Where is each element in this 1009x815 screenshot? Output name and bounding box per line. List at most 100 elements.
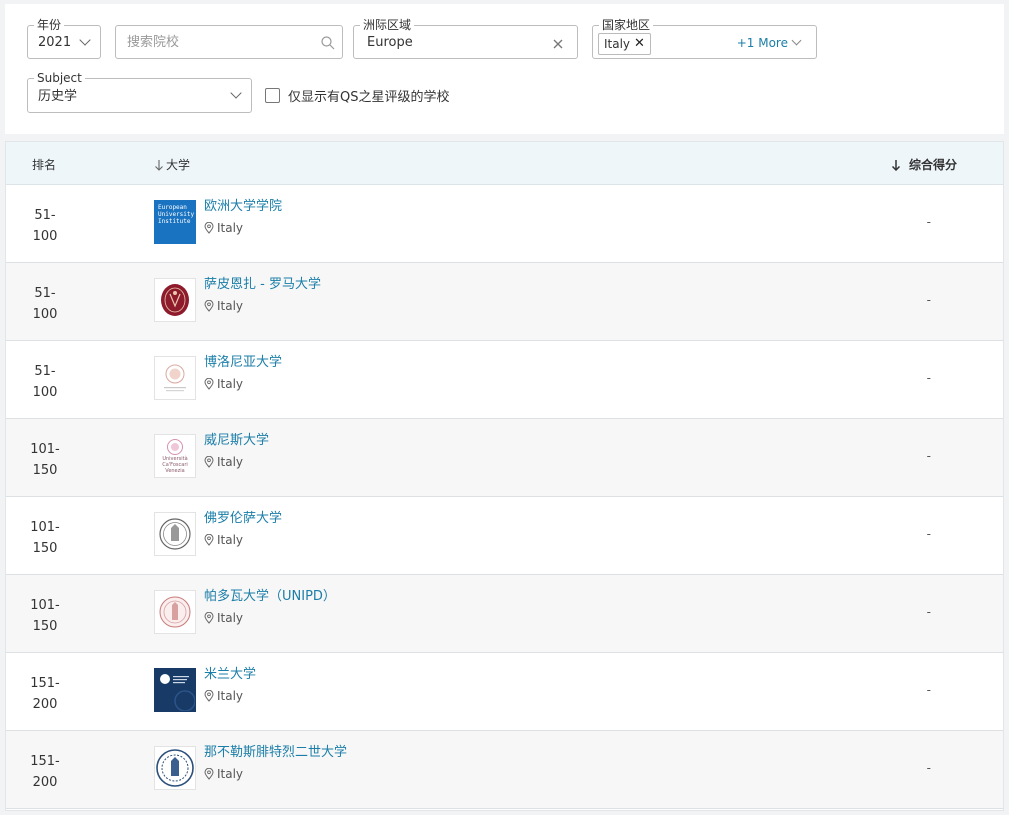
rank-value: 51- 100 — [32, 208, 58, 244]
university-name-link[interactable]: 欧洲大学学院 — [204, 198, 282, 215]
milan-logo — [154, 668, 196, 712]
overall-score: - — [926, 605, 931, 619]
country-info: Italy — [204, 610, 243, 626]
subject-select[interactable]: Subject 历史学 — [27, 70, 252, 113]
naples-seal — [154, 746, 196, 790]
university-name-link[interactable]: 博洛尼亚大学 — [204, 354, 282, 371]
clear-icon[interactable] — [553, 39, 563, 49]
university-column-header[interactable]: 大学 — [154, 156, 190, 173]
country-info: Italy — [204, 532, 243, 548]
university-name-link[interactable]: 那不勒斯腓特烈二世大学 — [204, 744, 347, 761]
chevron-down-icon — [230, 87, 242, 99]
rank-value: 51- 100 — [32, 286, 58, 322]
location-pin-icon — [204, 690, 214, 702]
table-row[interactable]: 51- 100 European University Institute 欧洲… — [6, 185, 1003, 263]
florence-seal — [154, 512, 196, 556]
country-name: Italy — [217, 299, 244, 313]
remove-tag-icon[interactable]: ✕ — [634, 34, 645, 54]
ca-foscari-logo: Università Ca'Foscari Venezia — [154, 434, 196, 478]
country-info: Italy — [204, 766, 243, 782]
rank-value: 101- 150 — [30, 598, 60, 634]
location-pin-icon — [204, 612, 214, 624]
country-name: Italy — [217, 689, 244, 703]
country-name: Italy — [217, 221, 244, 235]
score-column-header[interactable]: 综合得分 — [891, 156, 957, 173]
country-info: Italy — [204, 454, 243, 470]
location-pin-icon — [204, 456, 214, 468]
table-row[interactable]: 51- 100 萨皮恩扎 - 罗马大学 Italy - — [6, 263, 1003, 341]
rank-value: 51- 100 — [32, 364, 58, 400]
table-row[interactable]: 151- 200 米兰大学 Italy - — [6, 653, 1003, 731]
country-info: Italy — [204, 220, 243, 236]
subject-value: 历史学 — [38, 89, 78, 104]
region-label: 洲际区域 — [360, 17, 415, 33]
overall-score: - — [926, 527, 931, 541]
chevron-down-icon — [79, 34, 91, 46]
country-name: Italy — [217, 611, 244, 625]
eui-logo: European University Institute — [154, 200, 196, 244]
overall-score: - — [926, 215, 931, 229]
location-pin-icon — [204, 222, 214, 234]
table-row[interactable]: 101- 150 Università Ca'Foscari Venezia 威… — [6, 419, 1003, 497]
country-name: Italy — [217, 377, 244, 391]
overall-score: - — [926, 293, 931, 307]
university-header-label: 大学 — [166, 158, 191, 172]
rank-value: 101- 150 — [30, 520, 60, 556]
country-name: Italy — [217, 533, 244, 547]
year-select[interactable]: 年份 2021 — [27, 17, 101, 59]
rankings-table: 排名 大学 综合得分 51- 100 European University I… — [5, 141, 1004, 811]
subject-label: Subject — [34, 70, 85, 86]
rank-value: 101- 150 — [30, 442, 60, 478]
bologna-seal — [154, 356, 196, 400]
university-name-link[interactable]: 米兰大学 — [204, 666, 256, 683]
rank-value: 151- 200 — [30, 754, 60, 790]
table-row[interactable]: 101- 150 帕多瓦大学（UNIPD） Italy - — [6, 575, 1003, 653]
overall-score: - — [926, 683, 931, 697]
padova-seal — [154, 590, 196, 634]
university-name-link[interactable]: 威尼斯大学 — [204, 432, 269, 449]
table-row[interactable]: 101- 150 佛罗伦萨大学 Italy - — [6, 497, 1003, 575]
country-name: Italy — [217, 455, 244, 469]
year-value: 2021 — [38, 35, 72, 50]
country-info: Italy — [204, 298, 243, 314]
country-tag[interactable]: Italy ✕ — [598, 33, 651, 55]
sort-arrow-icon — [891, 159, 901, 171]
more-countries-link[interactable]: +1 More — [737, 35, 788, 51]
location-pin-icon — [204, 378, 214, 390]
search-icon — [321, 36, 335, 50]
search-input[interactable]: 搜索院校 — [115, 25, 343, 59]
table-row[interactable]: 151- 200 那不勒斯腓特烈二世大学 Italy - — [6, 731, 1003, 809]
overall-score: - — [926, 761, 931, 775]
location-pin-icon — [204, 534, 214, 546]
sapienza-seal — [154, 278, 196, 322]
country-select[interactable]: 国家地区 Italy ✕ +1 More — [592, 17, 817, 59]
table-row[interactable]: 51- 100 博洛尼亚大学 Italy - — [6, 341, 1003, 419]
rank-column-header[interactable]: 排名 — [32, 156, 56, 173]
eui-logo-text: European University Institute — [158, 204, 195, 225]
location-pin-icon — [204, 768, 214, 780]
university-name-link[interactable]: 佛罗伦萨大学 — [204, 510, 282, 527]
search-placeholder: 搜索院校 — [127, 35, 180, 50]
chevron-down-icon — [791, 35, 802, 46]
sort-arrow-icon — [155, 159, 163, 171]
overall-score: - — [926, 449, 931, 463]
qs-stars-filter[interactable]: 仅显示有QS之星评级的学校 — [265, 86, 450, 105]
location-pin-icon — [204, 300, 214, 312]
region-select[interactable]: 洲际区域 Europe — [353, 17, 578, 59]
overall-score: - — [926, 371, 931, 385]
qs-stars-label: 仅显示有QS之星评级的学校 — [288, 90, 450, 105]
qs-stars-checkbox[interactable] — [265, 88, 280, 103]
table-header: 排名 大学 综合得分 — [6, 142, 1003, 185]
university-name-link[interactable]: 帕多瓦大学（UNIPD） — [204, 588, 336, 605]
rank-value: 151- 200 — [30, 676, 60, 712]
university-name-link[interactable]: 萨皮恩扎 - 罗马大学 — [204, 276, 321, 293]
year-label: 年份 — [34, 17, 65, 33]
country-info: Italy — [204, 376, 243, 392]
country-tag-label: Italy — [604, 37, 631, 51]
country-label: 国家地区 — [599, 17, 654, 33]
country-name: Italy — [217, 767, 244, 781]
region-value: Europe — [367, 35, 413, 50]
country-info: Italy — [204, 688, 243, 704]
ca-foscari-logo-text: Università Ca'Foscari Venezia — [162, 456, 188, 474]
score-header-label: 综合得分 — [908, 158, 957, 172]
